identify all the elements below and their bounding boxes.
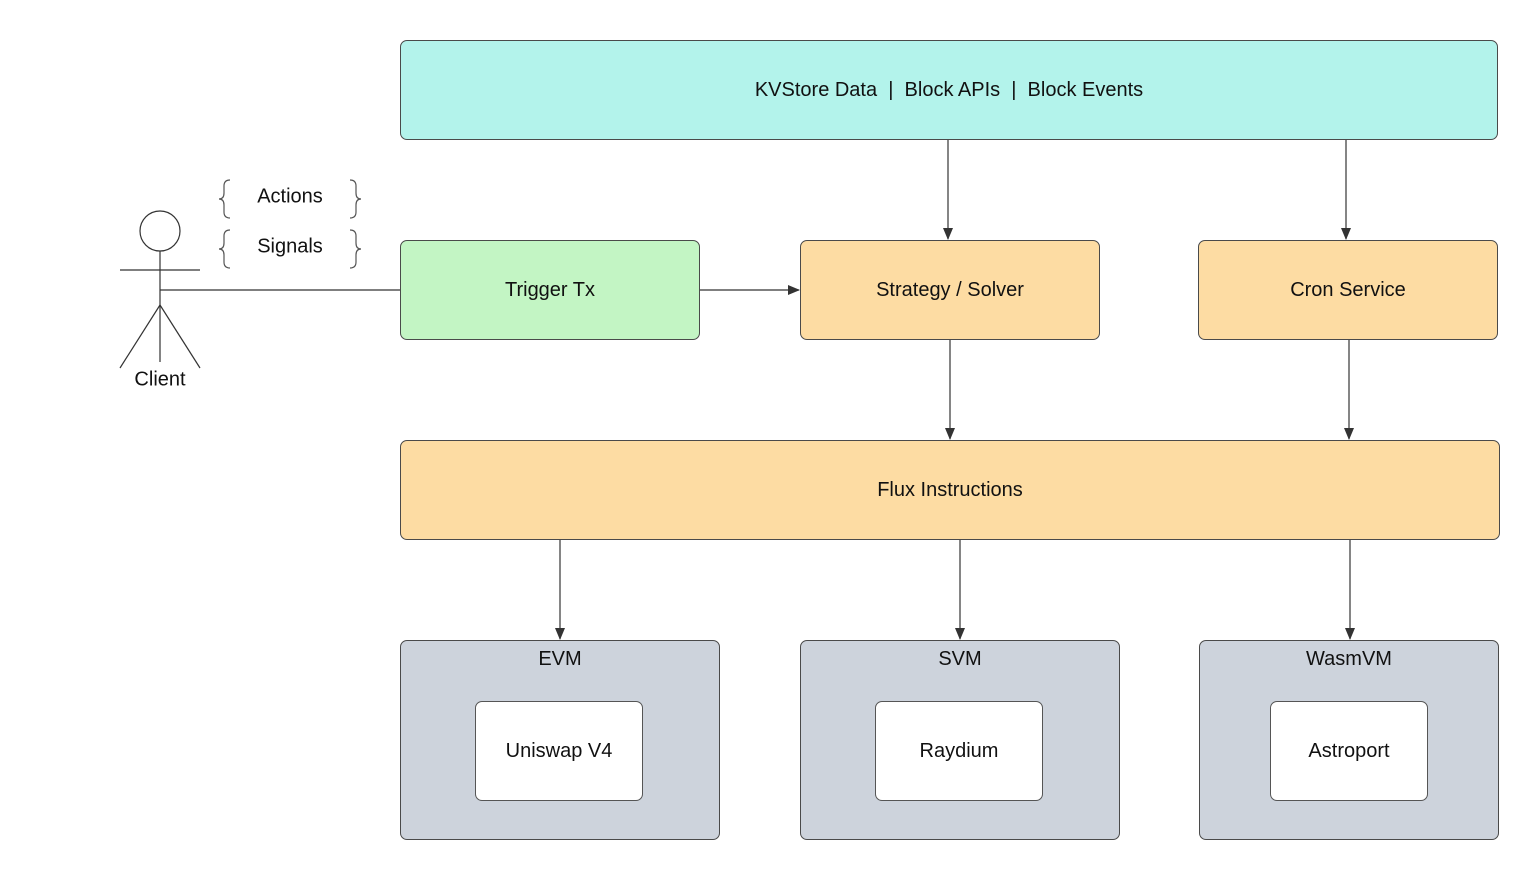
data-layer-box: KVStore Data | Block APIs | Block Events: [400, 40, 1498, 140]
trigger-tx-label: Trigger Tx: [504, 278, 596, 301]
raydium-label: Raydium: [919, 739, 999, 762]
wasmvm-box: WasmVM Astroport: [1199, 640, 1499, 840]
svm-box: SVM Raydium: [800, 640, 1120, 840]
input-label-actions: Actions: [257, 185, 323, 208]
cron-service-label: Cron Service: [1290, 278, 1406, 301]
raydium-box: Raydium: [875, 701, 1043, 801]
uniswap-box: Uniswap V4: [475, 701, 643, 801]
strategy-solver-label: Strategy / Solver: [876, 278, 1024, 301]
input-label-signals: Signals: [257, 235, 323, 258]
flux-instructions-label: Flux Instructions: [877, 478, 1023, 501]
wasmvm-label: WasmVM: [1306, 648, 1392, 670]
data-layer-label: KVStore Data | Block APIs | Block Events: [754, 78, 1144, 101]
evm-label: EVM: [538, 648, 582, 670]
astroport-box: Astroport: [1270, 701, 1428, 801]
flux-instructions-box: Flux Instructions: [400, 440, 1500, 540]
trigger-tx-box: Trigger Tx: [400, 240, 700, 340]
uniswap-label: Uniswap V4: [505, 739, 613, 762]
astroport-label: Astroport: [1308, 739, 1390, 762]
cron-service-box: Cron Service: [1198, 240, 1498, 340]
strategy-solver-box: Strategy / Solver: [800, 240, 1100, 340]
svm-label: SVM: [938, 648, 982, 670]
evm-box: EVM Uniswap V4: [400, 640, 720, 840]
client-label: Client: [134, 368, 186, 391]
